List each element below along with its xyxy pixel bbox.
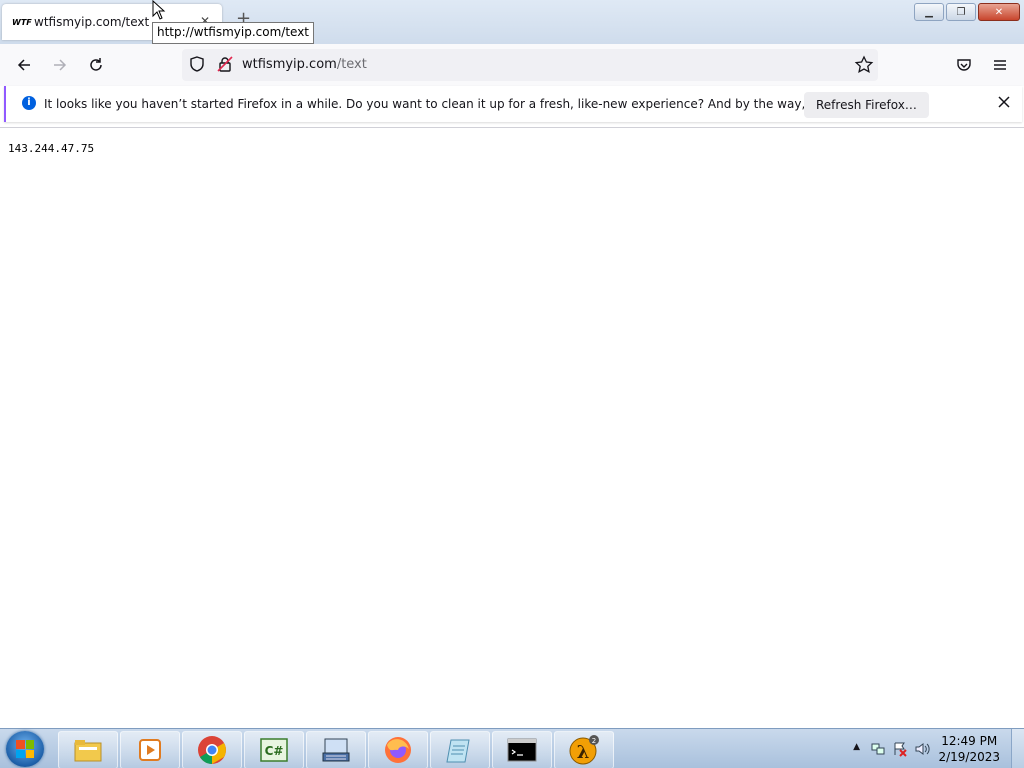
refresh-firefox-notification: i It looks like you haven’t started Fire… xyxy=(4,86,1022,122)
taskbar-notepad[interactable] xyxy=(430,731,490,768)
tracking-protection-shield-icon[interactable] xyxy=(188,55,206,76)
show-desktop-button[interactable] xyxy=(1011,729,1024,768)
back-button[interactable] xyxy=(12,53,36,77)
windows-logo-icon xyxy=(16,740,34,758)
pocket-button[interactable] xyxy=(952,53,976,77)
taskbar-media-player[interactable] xyxy=(120,731,180,768)
restore-button[interactable]: ❐ xyxy=(946,3,976,21)
close-notification-icon[interactable] xyxy=(996,94,1012,113)
mouse-cursor-icon xyxy=(152,0,166,20)
bookmark-star-icon[interactable] xyxy=(854,55,874,78)
volume-icon[interactable] xyxy=(914,741,930,757)
back-arrow-icon xyxy=(17,59,30,71)
svg-text:2: 2 xyxy=(592,737,596,745)
taskbar-csharp[interactable]: C# xyxy=(244,731,304,768)
insecure-lock-icon[interactable] xyxy=(216,55,234,76)
file-explorer-icon xyxy=(74,740,102,762)
taskbar-chrome[interactable] xyxy=(182,731,242,768)
refresh-firefox-button[interactable]: Refresh Firefox… xyxy=(804,92,929,118)
url-text[interactable]: wtfismyip.com/text xyxy=(242,57,367,72)
close-window-button[interactable]: ✕ xyxy=(978,3,1020,21)
firefox-icon xyxy=(385,737,411,763)
site-favicon-icon: WTF xyxy=(12,17,32,27)
clock-date: 2/19/2023 xyxy=(938,750,1000,764)
address-bar[interactable]: wtfismyip.com/text xyxy=(182,49,878,81)
forward-button[interactable] xyxy=(48,53,72,77)
svg-text:C#: C# xyxy=(265,744,284,758)
keyboard-app-icon xyxy=(322,738,350,762)
svg-text:λ: λ xyxy=(577,742,590,763)
window-controls: ▁ ❐ ✕ xyxy=(914,3,1020,21)
show-hidden-icons-icon[interactable]: ▲ xyxy=(853,742,860,752)
start-button[interactable] xyxy=(6,731,44,767)
csharp-icon: C# xyxy=(260,738,288,762)
navigation-toolbar: wtfismyip.com/text xyxy=(0,44,1024,86)
url-path: /text xyxy=(336,57,367,72)
menu-button[interactable] xyxy=(988,53,1012,77)
hamburger-menu-icon xyxy=(994,60,1006,70)
page-content: 143.244.47.75 xyxy=(0,128,1024,728)
taskbar-keyboard-app[interactable] xyxy=(306,731,366,768)
action-center-flag-icon[interactable] xyxy=(892,741,908,757)
cmd-icon xyxy=(507,738,537,762)
clock[interactable]: 12:49 PM 2/19/2023 xyxy=(938,733,1000,765)
notification-message: It looks like you haven’t started Firefo… xyxy=(44,97,900,111)
tab-tooltip: http://wtfismyip.com/text xyxy=(152,22,315,44)
info-icon: i xyxy=(22,96,36,110)
forward-arrow-icon xyxy=(54,59,67,71)
ip-address-text: 143.244.47.75 xyxy=(8,142,95,155)
windows-taskbar: C# λ2 ▲ 12:49 PM 2/19/2023 xyxy=(0,728,1024,768)
chrome-icon xyxy=(198,736,226,764)
reload-icon xyxy=(90,58,102,71)
clock-time: 12:49 PM xyxy=(941,734,998,748)
network-icon[interactable] xyxy=(870,741,886,757)
taskbar-file-explorer[interactable] xyxy=(58,731,118,768)
half-life-2-icon: λ2 xyxy=(569,735,599,765)
reload-button[interactable] xyxy=(84,53,108,77)
url-domain: wtfismyip.com xyxy=(242,57,337,72)
taskbar-command-prompt[interactable] xyxy=(492,731,552,768)
media-player-icon xyxy=(139,739,161,761)
taskbar-half-life-2[interactable]: λ2 xyxy=(554,731,614,768)
minimize-button[interactable]: ▁ xyxy=(914,3,944,21)
taskbar-firefox[interactable] xyxy=(368,731,428,768)
pocket-icon xyxy=(957,59,971,71)
notepad-icon xyxy=(446,739,470,763)
tab-title: wtfismyip.com/text xyxy=(34,15,150,29)
